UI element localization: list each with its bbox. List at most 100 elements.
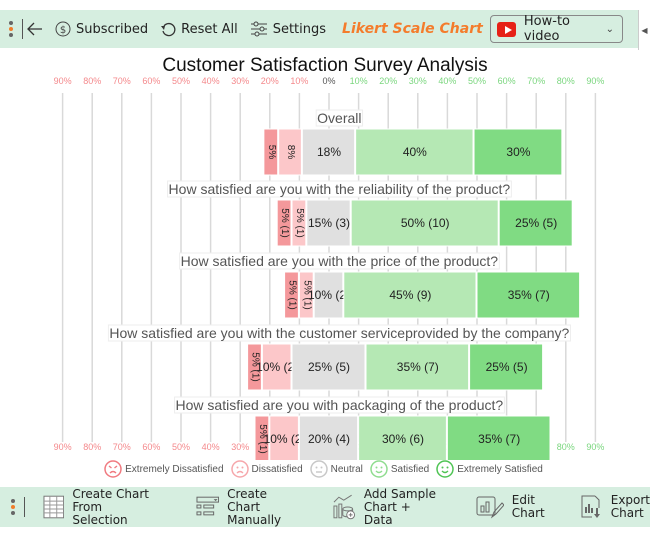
legend-label: Extremely Dissatisfied xyxy=(125,463,224,475)
data-label: 35% (7) xyxy=(478,432,520,446)
x-tick-label-top: 20% xyxy=(261,76,279,86)
reset-all-button[interactable]: Reset All xyxy=(160,21,238,37)
data-label: 15% (3) xyxy=(308,216,350,230)
x-tick-label-top: 60% xyxy=(498,76,516,86)
chart-legend: Extremely Dissatisfied Dissatisfied Neutra… xyxy=(0,460,650,478)
sample-data-icon xyxy=(333,494,356,520)
x-tick-label-bottom: 50% xyxy=(172,442,190,452)
drag-handle-icon[interactable] xyxy=(4,21,18,37)
how-to-video-dropdown[interactable]: How-to video ⌄ xyxy=(490,14,623,44)
x-tick-label-top: 90% xyxy=(586,76,604,86)
youtube-icon xyxy=(497,21,516,37)
x-tick-label-bottom: 90% xyxy=(586,442,604,452)
toolbar-divider xyxy=(22,19,23,39)
category-label: Overall xyxy=(317,110,361,126)
face-extremely-dissatisfied-icon xyxy=(104,460,122,478)
data-label: 30% xyxy=(506,145,530,159)
legend-label: Neutral xyxy=(330,463,363,475)
reset-icon xyxy=(161,22,176,37)
data-label: 45% (9) xyxy=(389,288,431,302)
arrow-left-icon xyxy=(27,22,42,36)
data-label: 18% xyxy=(317,145,341,159)
back-button[interactable] xyxy=(27,22,43,36)
edit-chart-button[interactable]: Edit Chart xyxy=(476,494,545,520)
x-tick-label-top: 40% xyxy=(438,76,456,86)
x-tick-label-top: 20% xyxy=(379,76,397,86)
app-title: Likert Scale Chart xyxy=(342,21,483,37)
x-tick-label-bottom: 80% xyxy=(557,442,575,452)
drag-handle-icon[interactable] xyxy=(6,499,20,515)
x-tick-label-top: 90% xyxy=(54,76,72,86)
x-tick-label-bottom: 80% xyxy=(83,442,101,452)
x-tick-label-bottom: 60% xyxy=(142,442,160,452)
legend-item: Neutral xyxy=(309,460,363,478)
data-label: 50% (10) xyxy=(401,216,450,230)
add-sample-line2: Chart + Data xyxy=(363,499,411,527)
x-tick-label-top: 70% xyxy=(113,76,131,86)
x-tick-label-top: 80% xyxy=(557,76,575,86)
data-label: 35% (7) xyxy=(397,360,439,374)
x-tick-label-bottom: 30% xyxy=(231,442,249,452)
edit-chart-icon xyxy=(476,496,504,519)
legend-label: Extremely Satisfied xyxy=(457,463,543,475)
data-label: 5% (1) xyxy=(287,280,298,309)
category-label: How satisfied are you with the price of … xyxy=(181,253,499,269)
data-label: 25% (5) xyxy=(308,360,350,374)
data-label: 25% (5) xyxy=(515,216,557,230)
create-chart-from-selection-button[interactable]: Create Chart From Selection xyxy=(43,486,160,527)
data-label: 20% (4) xyxy=(308,432,350,446)
create-chart-manually-line1: Create Chart xyxy=(227,486,267,514)
add-sample-line1: Add Sample xyxy=(363,486,436,501)
data-label: 8% xyxy=(285,145,296,160)
x-tick-label-top: 10% xyxy=(350,76,368,86)
toolbar-divider xyxy=(23,497,25,517)
face-neutral-icon xyxy=(309,460,328,478)
subscribed-label: Subscribed xyxy=(76,21,149,37)
form-icon xyxy=(196,496,219,516)
chart-plot: 90% 90% 80% 80% 70% 70% 60% 60% 50% 50% 40% 40% 30% 3… xyxy=(54,76,604,460)
how-to-video-label: How-to video xyxy=(523,14,571,44)
table-icon xyxy=(43,495,64,519)
create-chart-from-selection-line2: From Selection xyxy=(72,499,128,527)
face-extremely-satisfied-icon xyxy=(436,460,454,478)
create-chart-from-selection-line1: Create Chart xyxy=(72,486,150,501)
x-tick-label-top: 50% xyxy=(172,76,190,86)
svg-text:$: $ xyxy=(60,25,66,36)
top-toolbar: $ Subscribed Reset All Settings Likert S… xyxy=(0,10,638,48)
legend-item: Satisfied xyxy=(370,460,429,478)
edit-chart-line2: Chart xyxy=(511,506,545,520)
legend-item: Extremely Dissatisfied xyxy=(104,460,224,478)
legend-label: Dissatisfied xyxy=(251,463,303,475)
data-label: 40% xyxy=(403,145,427,159)
x-tick-label-top: 30% xyxy=(409,76,427,86)
face-satisfied-icon xyxy=(370,460,388,478)
category-label: How satisfied are you with packaging of … xyxy=(176,397,504,413)
x-tick-label-top: 0% xyxy=(322,76,335,86)
collapse-panel-button[interactable]: ◀ xyxy=(638,10,650,50)
create-chart-manually-button[interactable]: Create Chart Manually xyxy=(196,486,303,527)
x-tick-label-top: 10% xyxy=(290,76,308,86)
data-label: 30% (6) xyxy=(382,432,424,446)
subscribed-button[interactable]: $ Subscribed xyxy=(55,21,148,37)
settings-label: Settings xyxy=(272,21,327,37)
x-tick-label-bottom: 40% xyxy=(202,442,220,452)
category-label: How satisfied are you with the reliabili… xyxy=(169,181,511,197)
x-tick-label-top: 70% xyxy=(527,76,545,86)
dollar-circle-icon: $ xyxy=(55,21,71,37)
chevron-down-icon: ⌄ xyxy=(605,23,614,35)
x-tick-label-top: 80% xyxy=(83,76,101,86)
data-label: 5% xyxy=(266,145,277,160)
data-label: 5% (1) xyxy=(279,208,290,237)
bottom-toolbar: Create Chart From Selection Create Chart M… xyxy=(0,487,650,527)
face-dissatisfied-icon xyxy=(230,460,249,478)
create-chart-manually-line2: Manually xyxy=(227,512,282,527)
export-chart-button[interactable]: Export Chart xyxy=(579,494,650,520)
x-tick-label-top: 50% xyxy=(468,76,486,86)
data-label: 35% (7) xyxy=(508,288,550,302)
add-sample-chart-data-button[interactable]: Add Sample Chart + Data xyxy=(332,486,441,527)
settings-button[interactable]: Settings xyxy=(250,21,326,37)
caret-left-icon: ◀ xyxy=(641,25,648,35)
legend-item: Dissatisfied xyxy=(230,460,303,478)
x-tick-label-bottom: 70% xyxy=(113,442,131,452)
x-tick-label-bottom: 90% xyxy=(54,442,72,452)
